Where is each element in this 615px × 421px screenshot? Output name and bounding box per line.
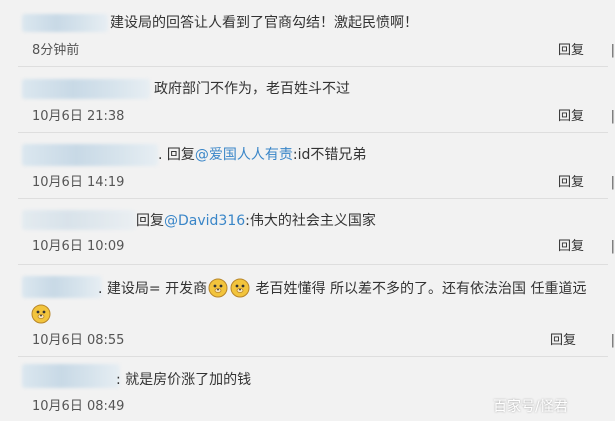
list-item: . 建设局= 开发商 老百姓懂得 所以差不多的了。还有依法治国 任重道远 10月… (18, 264, 608, 357)
watermark: 百家号/怪君 (493, 399, 568, 415)
comment-list: 建设局的回答让人看到了官商勾结！激起民愤啊！ 8分钟前 回复 | 政府部门不作为… (0, 0, 615, 421)
reply-button[interactable]: 回复 (558, 239, 584, 255)
list-item: 政府部门不作为，老百姓斗不过 10月6日 21:38 回复 (18, 66, 608, 133)
comment-text: . 回复@爱国人人有责:id不错兄弟 (158, 147, 367, 163)
right-edge-divider: | (610, 175, 615, 190)
comment-text: . 建设局= 开发商 老百姓懂得 所以差不多的了。还有依法治国 任重道远 (98, 278, 586, 298)
list-item: . 回复@爱国人人有责:id不错兄弟 10月6日 14:19 回复 (18, 132, 608, 199)
reply-button[interactable]: 回复 (558, 43, 584, 59)
comment-text: 建设局的回答让人看到了官商勾结！激起民愤啊！ (110, 15, 418, 31)
comment-time: 10月6日 08:49 (32, 399, 125, 414)
doge-emoji-icon (230, 278, 250, 298)
blurred-username (22, 79, 150, 99)
comment-time: 10月6日 08:55 (32, 333, 125, 348)
comment-time: 10月6日 14:19 (32, 175, 125, 190)
list-item: 回复@David316:伟大的社会主义国家 10月6日 10:09 回复 (18, 198, 608, 265)
right-edge-divider: | (610, 109, 615, 124)
reply-button[interactable]: 回复 (558, 175, 584, 191)
comment-text: : 就是房价涨了加的钱 (116, 372, 252, 388)
list-item: 建设局的回答让人看到了官商勾结！激起民愤啊！ 8分钟前 回复 (18, 0, 608, 67)
comment-time: 10月6日 21:38 (32, 109, 125, 124)
reply-button[interactable]: 回复 (558, 109, 584, 125)
doge-emoji-icon (31, 304, 51, 324)
blurred-username (22, 364, 120, 388)
blurred-username (22, 210, 136, 230)
comment-text: 政府部门不作为，老百姓斗不过 (154, 81, 350, 97)
doge-emoji-icon (208, 278, 228, 298)
comment-time: 8分钟前 (32, 43, 80, 58)
blurred-username (22, 144, 158, 166)
comment-time: 10月6日 10:09 (32, 239, 125, 254)
mention-link[interactable]: @爱国人人有责 (195, 147, 293, 163)
comment-text: 回复@David316:伟大的社会主义国家 (136, 213, 376, 229)
right-edge-divider: | (610, 43, 615, 58)
blurred-username (22, 14, 108, 32)
right-edge-divider: | (610, 333, 615, 348)
reply-button[interactable]: 回复 (550, 333, 576, 349)
mention-link[interactable]: @David316 (164, 213, 245, 229)
right-edge-divider: | (610, 239, 615, 254)
blurred-username (22, 276, 102, 298)
